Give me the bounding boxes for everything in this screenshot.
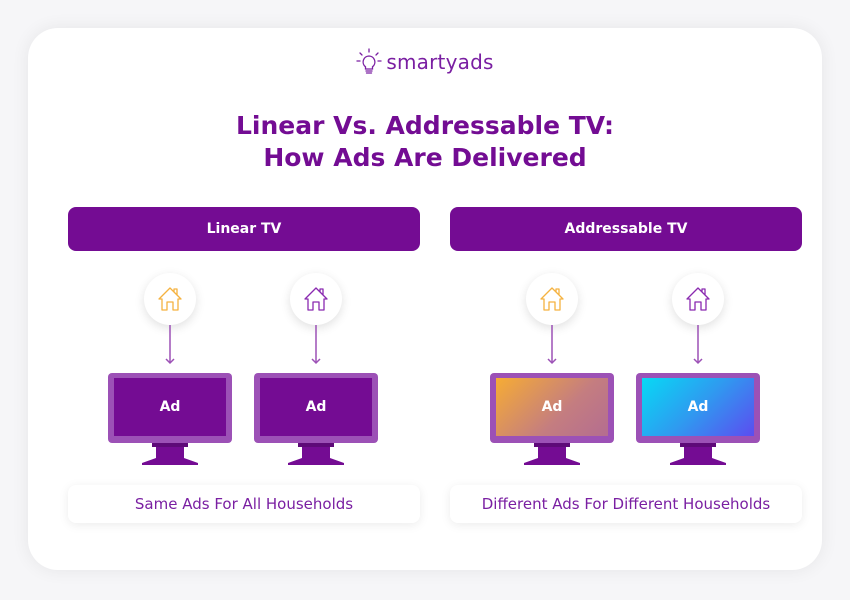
- arrow-down-icon: [547, 325, 557, 365]
- monitor-stand: [524, 443, 580, 465]
- ad-screen: Ad: [114, 378, 226, 436]
- arrow-down-icon: [165, 325, 175, 365]
- tv-monitor: Ad: [108, 373, 232, 465]
- tv-monitor: Ad: [490, 373, 614, 465]
- ad-screen: Ad: [642, 378, 754, 436]
- house-icon: [540, 287, 564, 311]
- monitor-stand: [288, 443, 344, 465]
- page-title: Linear Vs. Addressable TV: How Ads Are D…: [0, 110, 850, 174]
- monitor-stand: [670, 443, 726, 465]
- tv-monitor: Ad: [254, 373, 378, 465]
- arrow-down-icon: [311, 325, 321, 365]
- title-line-1: Linear Vs. Addressable TV:: [235, 111, 615, 140]
- monitor-stand: [142, 443, 198, 465]
- lightbulb-icon: [356, 48, 383, 74]
- household-2-linear: [290, 273, 342, 325]
- addressable-tv-caption: Different Ads For Different Households: [450, 485, 802, 523]
- ad-screen: Ad: [260, 378, 372, 436]
- house-icon: [158, 287, 182, 311]
- house-icon: [304, 287, 328, 311]
- ad-screen: Ad: [496, 378, 608, 436]
- house-icon: [686, 287, 710, 311]
- household-1-linear: [144, 273, 196, 325]
- arrow-down-icon: [693, 325, 703, 365]
- brand-name: smartyads: [386, 50, 494, 74]
- household-1-addressable: [526, 273, 578, 325]
- household-2-addressable: [672, 273, 724, 325]
- linear-tv-header: Linear TV: [68, 207, 420, 251]
- brand-logo: smartyads: [0, 48, 850, 76]
- addressable-tv-header: Addressable TV: [450, 207, 802, 251]
- tv-monitor: Ad: [636, 373, 760, 465]
- linear-tv-caption: Same Ads For All Households: [68, 485, 420, 523]
- title-line-2: How Ads Are Delivered: [263, 143, 587, 172]
